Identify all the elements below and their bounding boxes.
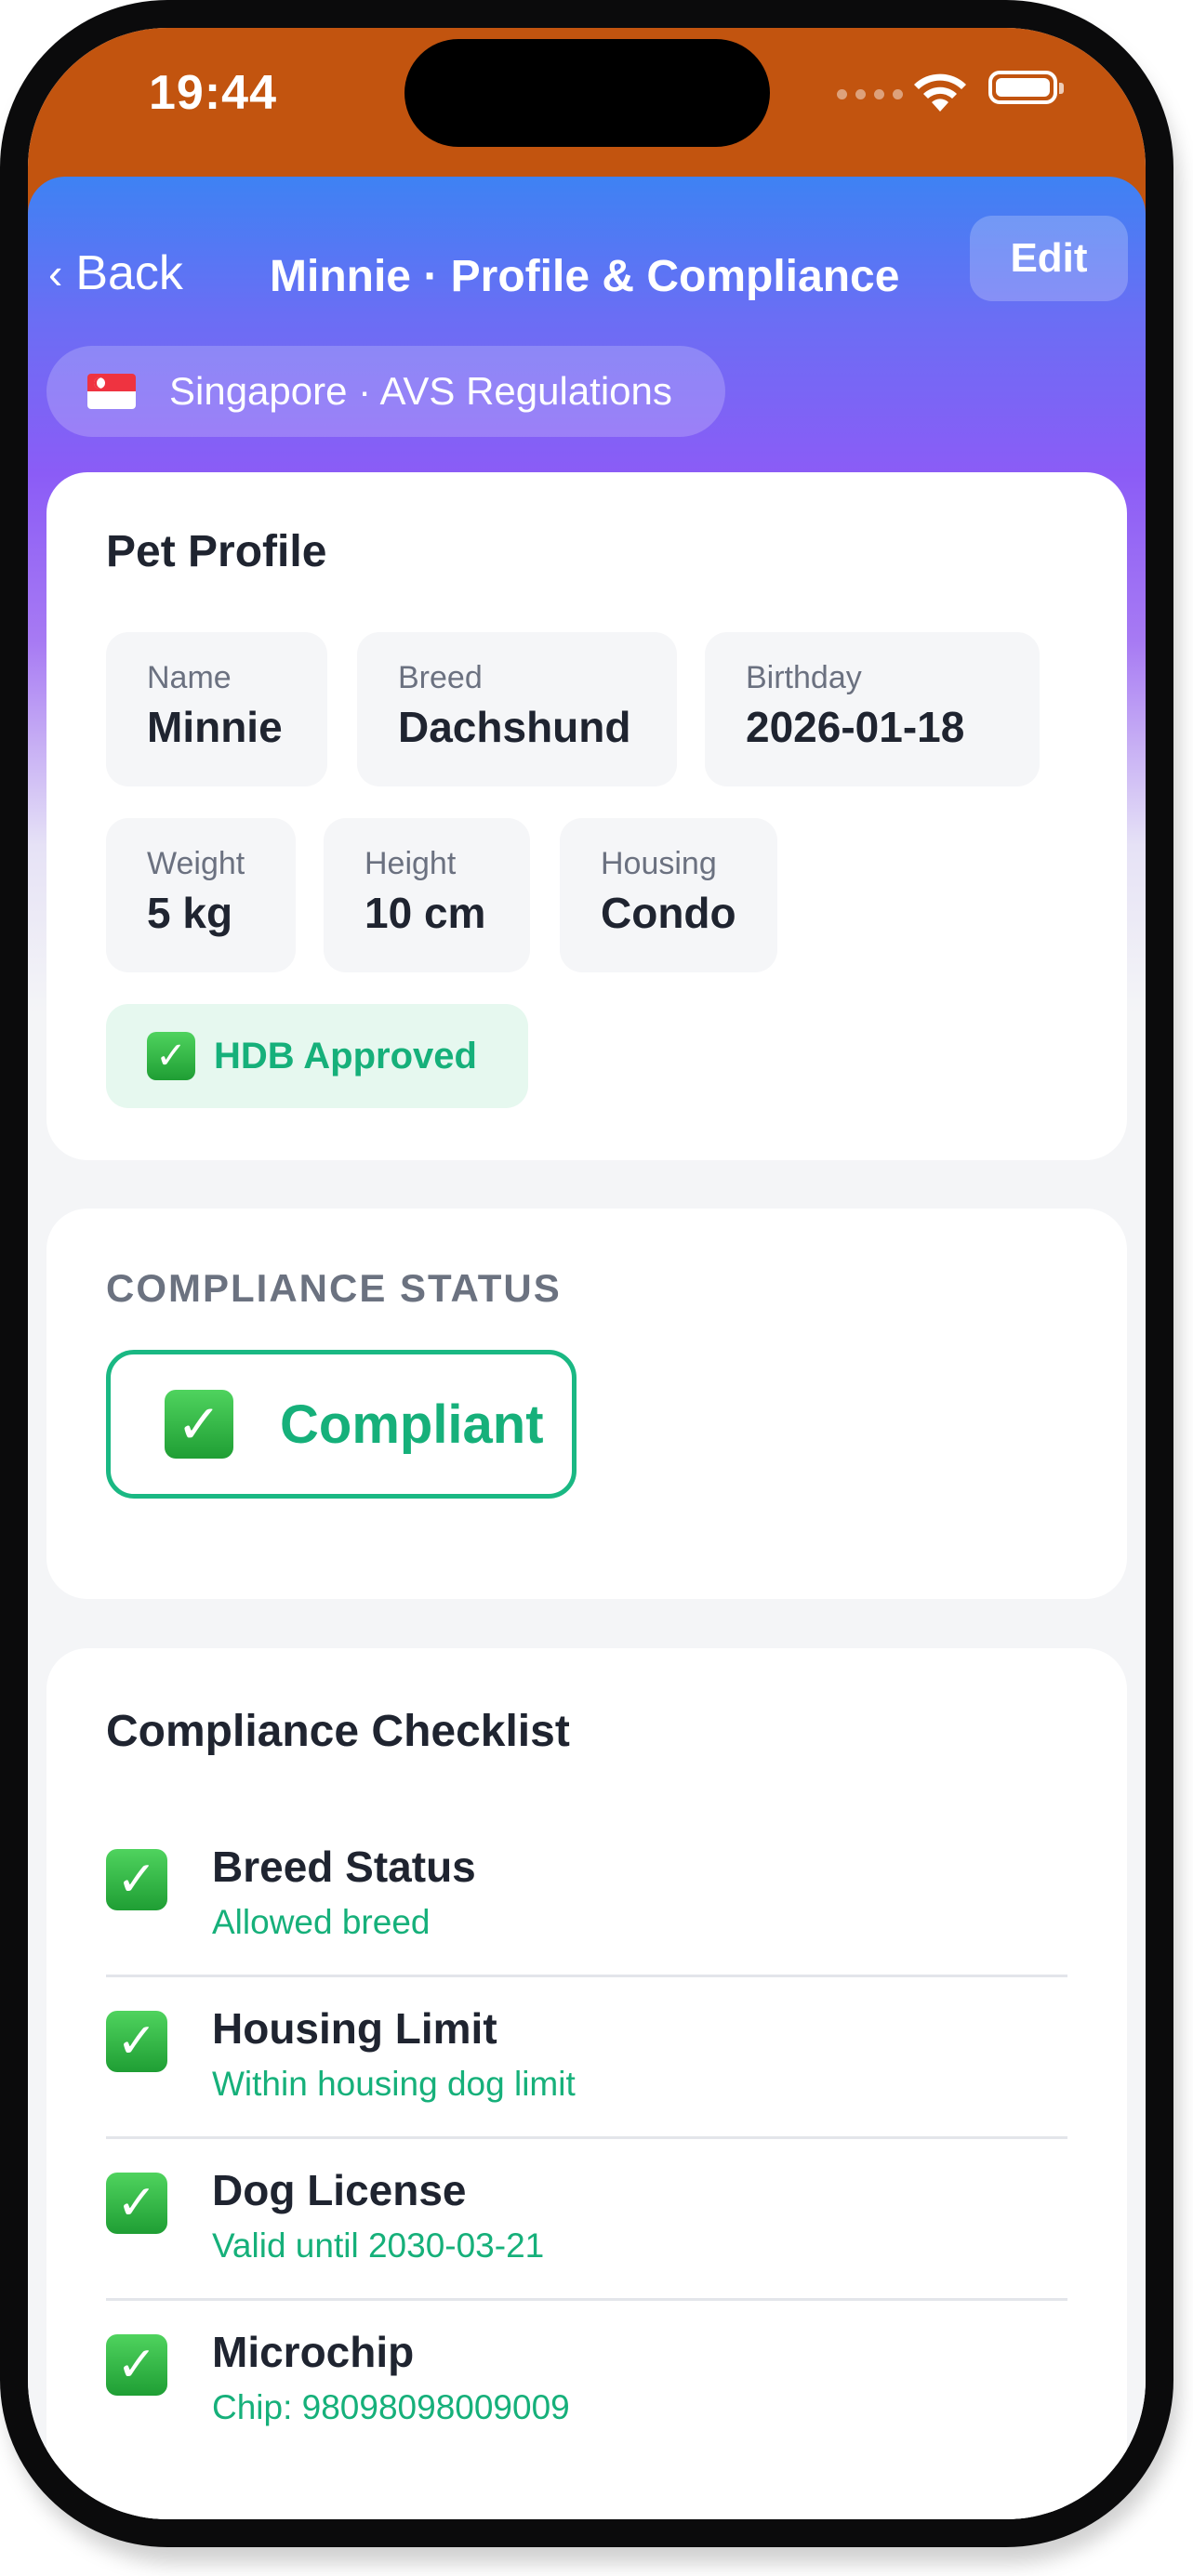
status-text: Compliant bbox=[280, 1394, 544, 1455]
edit-button[interactable]: Edit bbox=[970, 216, 1128, 301]
checklist-item-detail: Within housing dog limit bbox=[212, 2065, 576, 2103]
region-label: Singapore · AVS Regulations bbox=[169, 369, 672, 413]
battery-icon bbox=[988, 71, 1064, 104]
main-content: ‹ Back Minnie · Profile & Compliance Edi… bbox=[28, 177, 1146, 2519]
field-label: Breed bbox=[398, 660, 483, 695]
hdb-approved-badge: ✓ HDB Approved bbox=[106, 1004, 528, 1108]
phone-frame: 19:44 ‹ Back Minnie · Profile & Complian… bbox=[0, 0, 1173, 2547]
dynamic-island bbox=[404, 39, 770, 147]
field-label: Birthday bbox=[746, 660, 862, 695]
field-value: 5 kg bbox=[147, 889, 233, 937]
checklist-title: Compliance Checklist bbox=[106, 1707, 570, 1756]
wifi-icon bbox=[914, 73, 966, 112]
checklist-item-breed-status: ✓ Breed Status Allowed breed bbox=[106, 1816, 1067, 1977]
compliance-status-label: COMPLIANCE STATUS bbox=[106, 1266, 562, 1310]
field-name: Name Minnie bbox=[106, 632, 327, 786]
back-label: Back bbox=[75, 246, 183, 300]
field-breed: Breed Dachshund bbox=[357, 632, 677, 786]
field-label: Weight bbox=[147, 846, 245, 881]
field-housing: Housing Condo bbox=[560, 818, 777, 972]
checklist-item-microchip: ✓ Microchip Chip: 98098098009009 bbox=[106, 2301, 1067, 2463]
check-mark-icon: ✓ bbox=[106, 2334, 167, 2396]
field-value: 10 cm bbox=[365, 889, 486, 937]
field-value: 2026-01-18 bbox=[746, 703, 965, 751]
pet-profile-card: Pet Profile Name Minnie Breed Dachshund … bbox=[46, 472, 1127, 1160]
checklist-item-detail: Chip: 98098098009009 bbox=[212, 2388, 570, 2426]
pet-profile-title: Pet Profile bbox=[106, 527, 327, 576]
cellular-signal-icon bbox=[837, 89, 903, 99]
field-label: Name bbox=[147, 660, 232, 695]
field-value: Minnie bbox=[147, 703, 283, 751]
check-mark-icon: ✓ bbox=[106, 2011, 167, 2072]
field-value: Condo bbox=[601, 889, 736, 937]
compliance-status-card: COMPLIANCE STATUS ✓ Compliant bbox=[46, 1209, 1127, 1599]
checklist-item-detail: Allowed breed bbox=[212, 1903, 431, 1941]
back-button[interactable]: ‹ Back bbox=[48, 245, 183, 301]
page-title: Minnie · Profile & Compliance bbox=[270, 252, 900, 301]
checklist-item-detail: Valid until 2030-03-21 bbox=[212, 2226, 545, 2265]
check-mark-icon: ✓ bbox=[147, 1032, 195, 1080]
field-height: Height 10 cm bbox=[324, 818, 530, 972]
checklist-item-title: Microchip bbox=[212, 2328, 415, 2376]
checklist-item-title: Breed Status bbox=[212, 1843, 476, 1891]
screen: 19:44 ‹ Back Minnie · Profile & Complian… bbox=[28, 28, 1146, 2519]
check-mark-icon: ✓ bbox=[106, 2173, 167, 2234]
field-label: Height bbox=[365, 846, 457, 881]
field-label: Housing bbox=[601, 846, 717, 881]
compliance-checklist-card: Compliance Checklist ✓ Breed Status Allo… bbox=[46, 1648, 1127, 2519]
field-value: Dachshund bbox=[398, 703, 631, 751]
hdb-approved-label: HDB Approved bbox=[214, 1035, 477, 1077]
checklist-item-title: Dog License bbox=[212, 2166, 467, 2214]
checklist-item-housing-limit: ✓ Housing Limit Within housing dog limit bbox=[106, 1977, 1067, 2139]
field-birthday: Birthday 2026-01-18 bbox=[705, 632, 1040, 786]
singapore-flag-icon bbox=[87, 374, 136, 409]
checklist-item-title: Housing Limit bbox=[212, 2004, 497, 2053]
chevron-left-icon: ‹ bbox=[48, 249, 63, 297]
check-mark-icon: ✓ bbox=[165, 1390, 233, 1459]
status-badge: ✓ Compliant bbox=[106, 1350, 577, 1499]
region-chip[interactable]: Singapore · AVS Regulations bbox=[46, 346, 725, 437]
check-mark-icon: ✓ bbox=[106, 1849, 167, 1910]
status-time: 19:44 bbox=[149, 66, 277, 120]
field-weight: Weight 5 kg bbox=[106, 818, 296, 972]
checklist-item-dog-license: ✓ Dog License Valid until 2030-03-21 bbox=[106, 2139, 1067, 2301]
